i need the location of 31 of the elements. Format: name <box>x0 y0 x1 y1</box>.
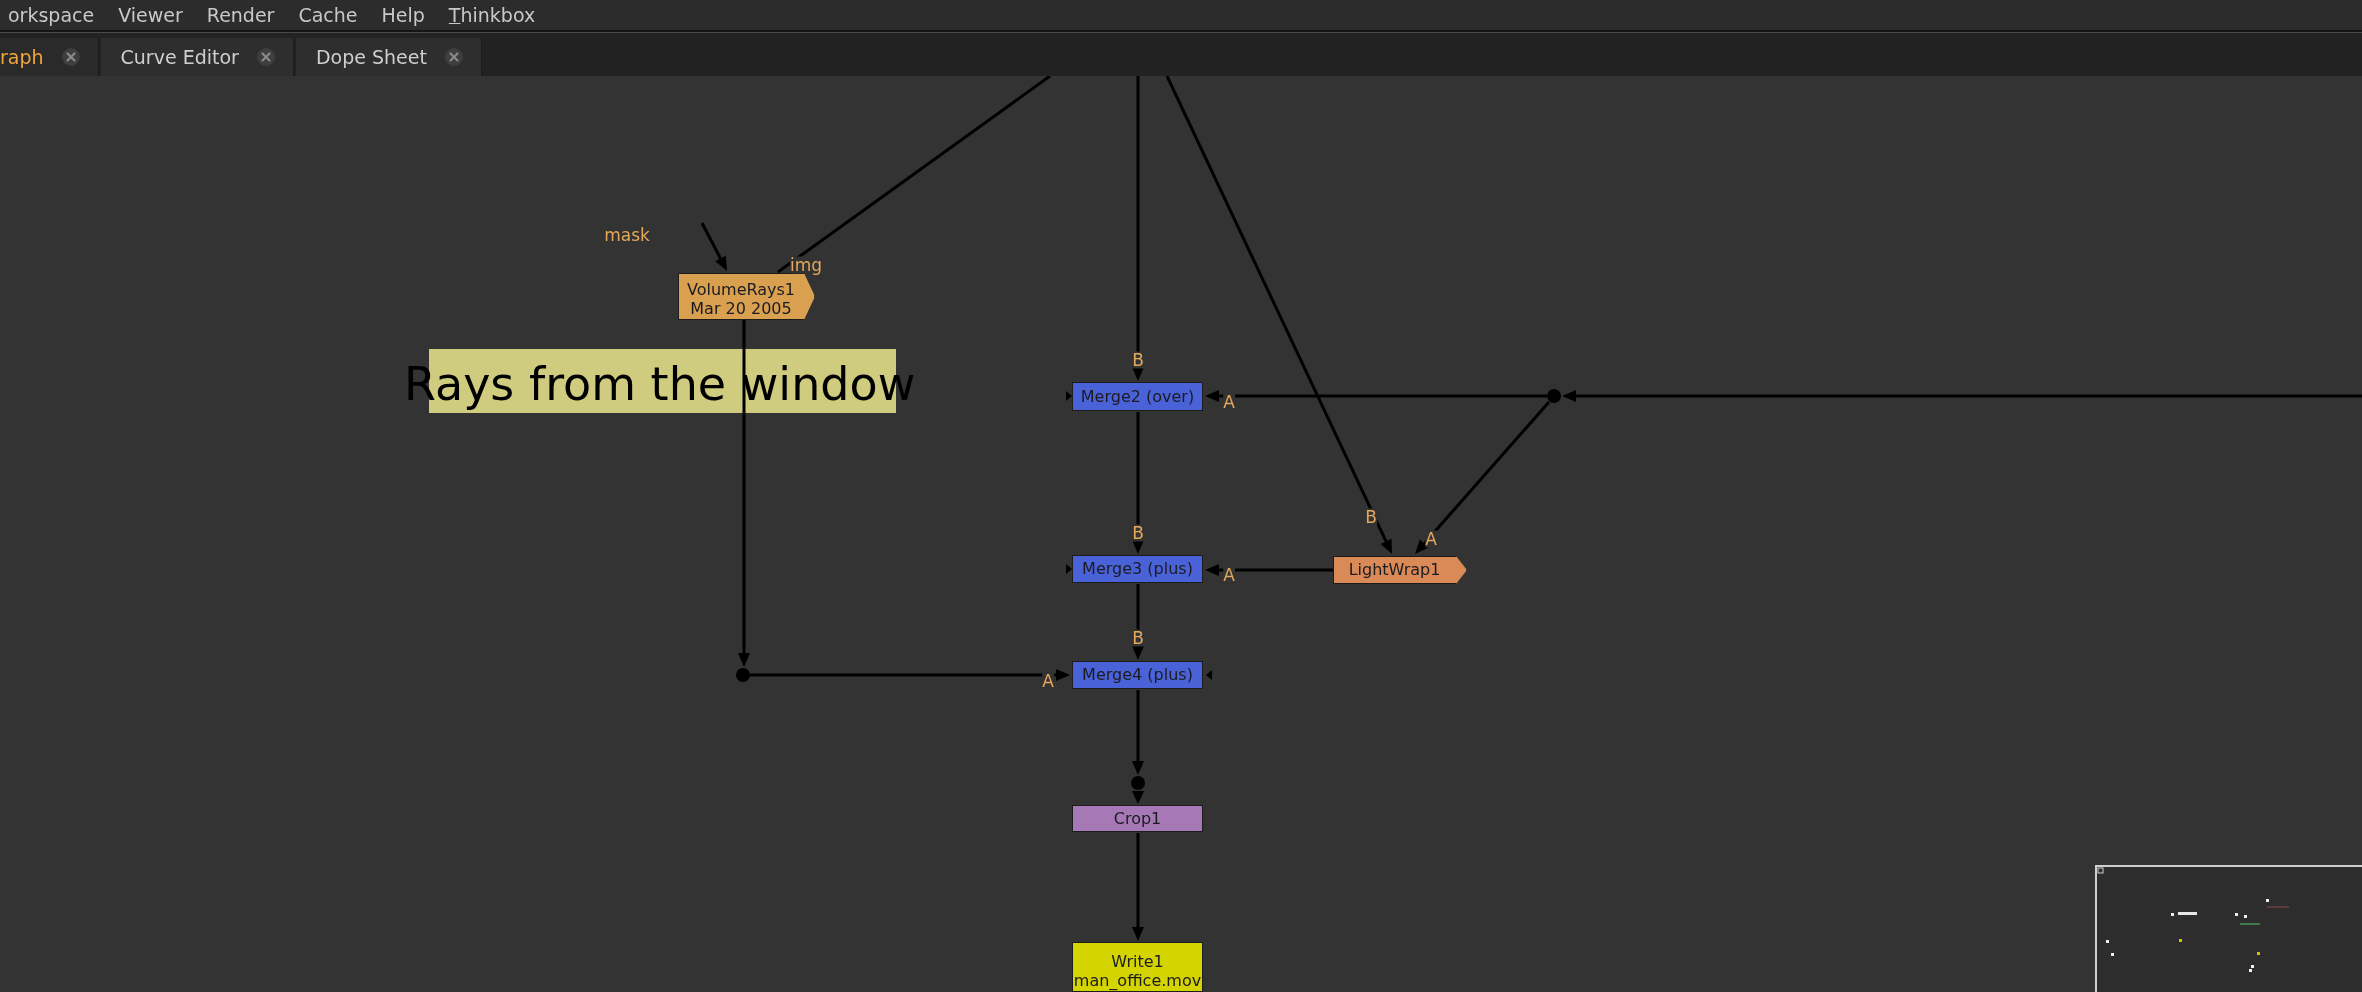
input-label: mask <box>604 226 650 244</box>
menu-item[interactable]: Cache <box>298 4 358 26</box>
close-icon[interactable] <box>61 48 80 66</box>
connection-arrow <box>1132 789 1144 804</box>
input-label: img <box>789 256 823 274</box>
input-label: B <box>1132 524 1144 542</box>
junction-dot-icon <box>1547 389 1561 403</box>
input-label: A <box>1223 566 1235 584</box>
menu-item[interactable]: Thinkbox <box>448 4 536 26</box>
junction-dot-icon <box>736 668 750 682</box>
graph-node[interactable]: Crop1 <box>1072 805 1203 832</box>
input-label: A <box>1425 530 1437 548</box>
menu-item[interactable]: Viewer <box>118 4 183 26</box>
graph-node[interactable]: Write1 man_office.mov <box>1072 942 1203 992</box>
menu-item[interactable]: Help <box>381 4 425 26</box>
menu-item[interactable]: Render <box>206 4 275 26</box>
input-label: B <box>1132 351 1144 369</box>
tab[interactable]: raph <box>0 38 99 76</box>
input-marker-icon <box>1206 670 1212 680</box>
menu-item[interactable]: orkspace <box>8 4 95 26</box>
input-label: B <box>1365 508 1377 526</box>
input-label: B <box>1132 629 1144 647</box>
input-label: A <box>1223 393 1235 411</box>
connection-arrow <box>700 222 727 271</box>
tab[interactable]: Dope Sheet <box>295 38 482 76</box>
close-icon[interactable] <box>444 48 463 66</box>
graph-node[interactable]: LightWrap1 <box>1333 556 1467 584</box>
close-icon[interactable] <box>256 48 275 66</box>
tab[interactable]: Curve Editor <box>100 38 294 76</box>
junction-dot-icon <box>1131 776 1145 790</box>
input-label: A <box>1042 672 1054 690</box>
